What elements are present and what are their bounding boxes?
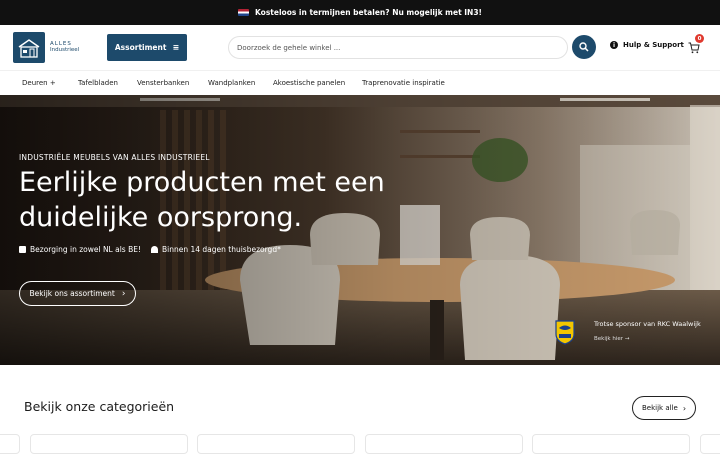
rkc-waalwijk-crest-icon	[555, 320, 575, 345]
category-card[interactable]	[700, 434, 720, 454]
category-card[interactable]	[30, 434, 188, 454]
category-card[interactable]	[197, 434, 355, 454]
main-navigation: Deuren + Tafelbladen Vensterbanken Wandp…	[0, 70, 720, 95]
see-all-label: Bekijk alle	[641, 404, 678, 412]
hero-heading: Eerlijke producten met een duidelijke oo…	[19, 167, 385, 233]
home-delivery-icon	[150, 246, 158, 253]
announcement-bar: Kosteloos in termijnen betalen? Nu mogel…	[0, 0, 720, 25]
netherlands-flag-icon	[238, 9, 249, 16]
nav-item-akoestische-panelen[interactable]: Akoestische panelen	[273, 79, 345, 87]
chevron-right-icon: ›	[682, 403, 687, 413]
nav-item-deuren[interactable]: Deuren +	[22, 79, 56, 87]
hamburger-icon: ≡	[172, 43, 180, 52]
logo-line2: Industrieel	[50, 46, 80, 53]
hero-usps: Bezorging in zowel NL als BE! Binnen 14 …	[19, 245, 281, 254]
sponsor-block[interactable]: Trotse sponsor van RKC Waalwijk Bekijk h…	[555, 320, 701, 345]
info-icon: i	[610, 41, 618, 49]
nav-item-tafelbladen[interactable]: Tafelbladen	[78, 79, 118, 87]
category-card[interactable]	[0, 434, 20, 454]
sponsor-link[interactable]: Bekijk hier →	[594, 336, 701, 342]
usp-delivery-time: Binnen 14 dagen thuisbezorgd*	[161, 245, 281, 254]
house-logo-icon	[13, 32, 45, 63]
cart-count-badge: 0	[695, 34, 704, 43]
search-icon	[579, 42, 589, 52]
help-support-link[interactable]: i Hulp & Support	[610, 41, 684, 49]
nav-item-wandplanken[interactable]: Wandplanken	[208, 79, 255, 87]
cart-button[interactable]: 0	[688, 34, 704, 58]
chevron-right-icon: ›	[121, 288, 126, 299]
cta-label: Bekijk ons assortiment	[29, 289, 115, 298]
delivery-icon	[19, 246, 26, 253]
view-assortment-button[interactable]: Bekijk ons assortiment ›	[19, 281, 136, 306]
assortment-button[interactable]: Assortiment ≡	[107, 34, 187, 61]
site-header: ALLES Industrieel Assortiment ≡ Doorzoek…	[0, 25, 720, 70]
search-input[interactable]: Doorzoek de gehele winkel ...	[228, 36, 568, 59]
usp-delivery: Bezorging in zowel NL als BE!	[30, 245, 141, 254]
shopping-cart-icon	[688, 42, 700, 54]
assortment-label: Assortiment	[114, 43, 167, 52]
sponsor-title: Trotse sponsor van RKC Waalwijk	[594, 320, 701, 328]
announcement-text: Kosteloos in termijnen betalen? Nu mogel…	[255, 8, 482, 17]
nav-item-vensterbanken[interactable]: Vensterbanken	[137, 79, 189, 87]
categories-title: Bekijk onze categorieën	[24, 399, 175, 414]
site-logo[interactable]: ALLES Industrieel	[13, 32, 79, 63]
search-button[interactable]	[572, 35, 596, 59]
help-label: Hulp & Support	[623, 41, 684, 49]
see-all-button[interactable]: Bekijk alle ›	[632, 396, 696, 420]
category-card[interactable]	[365, 434, 523, 454]
hero-eyebrow: INDUSTRIËLE MEUBELS VAN ALLES INDUSTRIEE…	[19, 153, 210, 162]
category-card[interactable]	[532, 434, 690, 454]
nav-item-traprenovatie[interactable]: Traprenovatie inspiratie	[362, 79, 445, 87]
hero-banner: INDUSTRIËLE MEUBELS VAN ALLES INDUSTRIEE…	[0, 95, 720, 365]
search-placeholder: Doorzoek de gehele winkel ...	[237, 43, 341, 52]
